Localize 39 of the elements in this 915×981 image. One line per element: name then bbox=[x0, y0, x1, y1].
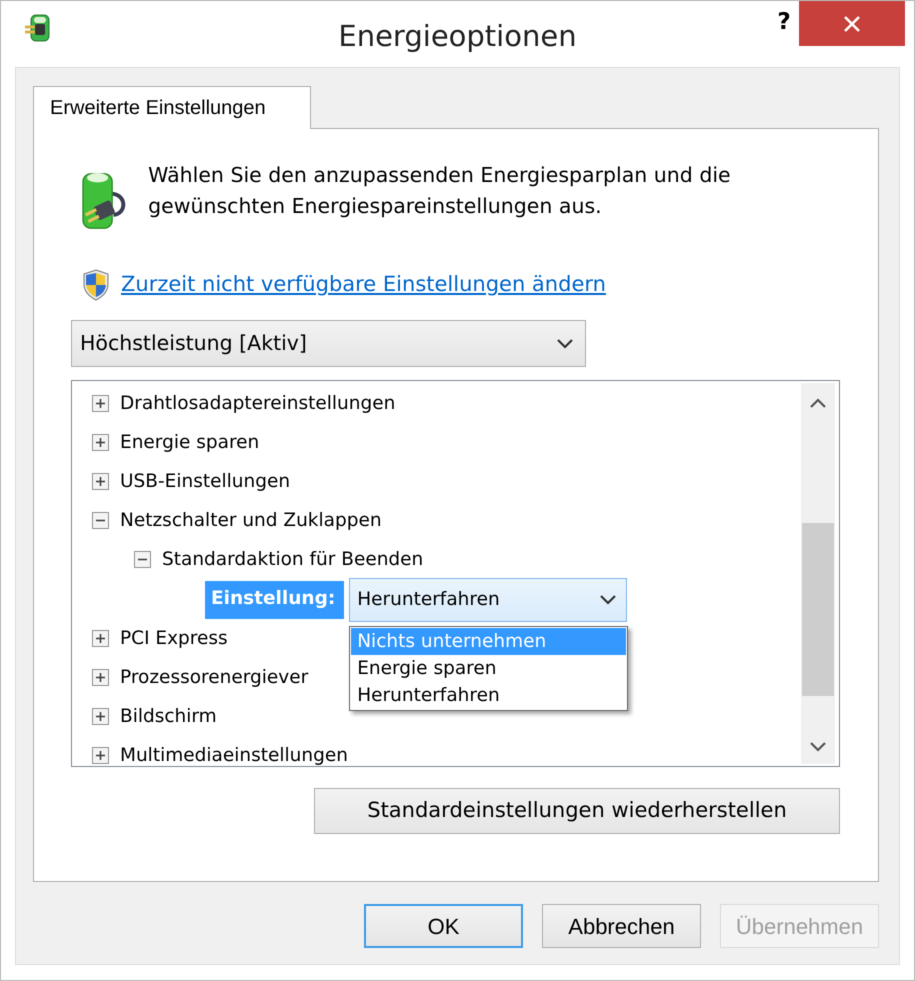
collapse-icon[interactable] bbox=[92, 512, 109, 529]
tree-item[interactable]: Prozessorenergiever bbox=[120, 664, 308, 692]
expand-icon[interactable] bbox=[92, 669, 109, 686]
scroll-up-icon[interactable] bbox=[810, 398, 826, 408]
tree-item[interactable]: Standardaktion für Beenden bbox=[162, 546, 424, 574]
scrollbar[interactable] bbox=[801, 383, 835, 764]
scroll-down-icon[interactable] bbox=[810, 742, 826, 752]
close-icon bbox=[843, 14, 861, 32]
dropdown-option[interactable]: Energie sparen bbox=[351, 655, 626, 682]
tree-item[interactable]: Energie sparen bbox=[120, 428, 260, 456]
expand-icon[interactable] bbox=[92, 747, 109, 764]
dropdown-value: Höchstleistung [Aktiv] bbox=[80, 330, 307, 358]
tree-item[interactable]: PCI Express bbox=[120, 624, 228, 652]
intro-text: Wählen Sie den anzupassenden Energiesparplan und die gewünschten Energiespareinstellungen aus. bbox=[148, 162, 732, 220]
window-title: Energieoptionen bbox=[338, 18, 577, 55]
help-button[interactable]: ? bbox=[769, 5, 799, 40]
expand-icon[interactable] bbox=[92, 434, 109, 451]
tree-item[interactable]: Netzschalter und Zuklappen bbox=[120, 506, 382, 534]
admin-settings-link[interactable]: Zurzeit nicht verfügbare Einstellungen ändern bbox=[121, 269, 606, 301]
expand-icon[interactable] bbox=[92, 630, 109, 647]
dropdown-value: Herunterfahren bbox=[357, 588, 500, 612]
chevron-down-icon bbox=[600, 595, 616, 605]
tree-item[interactable]: Drahtlosadaptereinstellungen bbox=[120, 390, 396, 418]
chevron-down-icon bbox=[557, 338, 573, 348]
scrollbar-thumb[interactable] bbox=[802, 523, 834, 696]
tab[interactable]: Erweiterte Einstellungen bbox=[33, 86, 311, 129]
expand-icon[interactable] bbox=[92, 473, 109, 490]
shield-icon bbox=[83, 269, 109, 301]
tree-item[interactable]: Bildschirm bbox=[120, 702, 217, 730]
expand-icon[interactable] bbox=[92, 395, 109, 412]
collapse-icon[interactable] bbox=[134, 551, 151, 568]
dialog-button[interactable]: OK bbox=[364, 904, 523, 948]
plan-dropdown[interactable]: Höchstleistung [Aktiv] bbox=[71, 320, 586, 367]
restore-defaults-button[interactable]: Standardeinstellungen wiederherstellen bbox=[314, 788, 840, 834]
dialog-button[interactable]: Abbrechen bbox=[542, 904, 701, 948]
tree-item[interactable]: Multimediaeinstellungen bbox=[120, 742, 348, 766]
expand-icon[interactable] bbox=[92, 708, 109, 725]
tree-item[interactable]: USB-Einstellungen bbox=[120, 468, 290, 496]
dropdown-option[interactable]: Herunterfahren bbox=[351, 682, 626, 709]
